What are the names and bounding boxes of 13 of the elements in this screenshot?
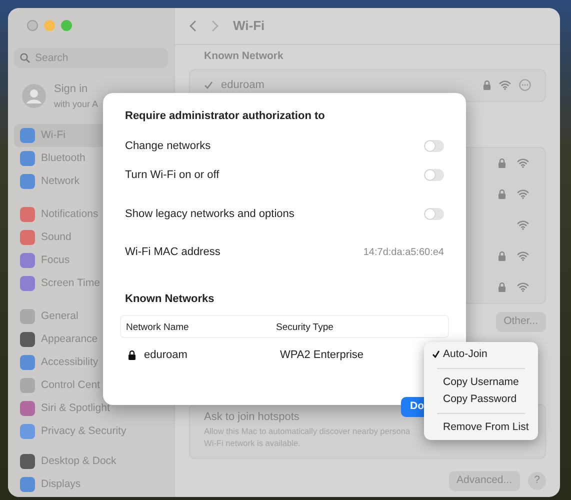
dialog-title: Require administrator authorization to (125, 109, 326, 124)
mac-label: Wi-Fi MAC address (125, 245, 220, 260)
account-subtitle: with your A (54, 98, 98, 111)
option-label: Show legacy networks and options (125, 206, 294, 222)
window-title: Wi-Fi (233, 17, 265, 36)
section-header: Known Network (204, 49, 284, 64)
mac-address: 14:7d:da:a5:60:e4 (363, 246, 444, 260)
section-title: Known Networks (125, 292, 216, 306)
table-cell-text: eduroam (144, 348, 188, 362)
setting-title: Ask to join hotspots (204, 410, 300, 424)
network-name: eduroam (221, 78, 264, 93)
option-label: Turn Wi-Fi on or off (125, 168, 220, 183)
table-cell-text: WPA2 Enterprise (280, 348, 364, 362)
